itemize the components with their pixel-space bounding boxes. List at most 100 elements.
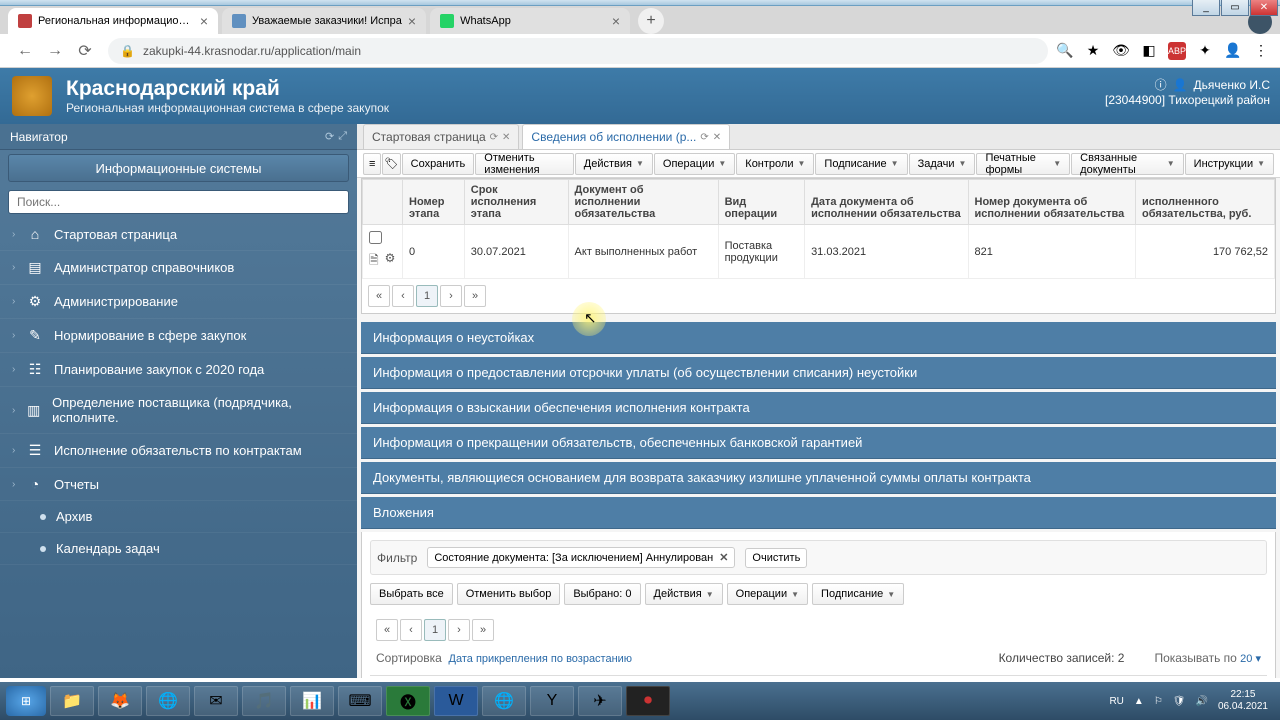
refresh-icon[interactable]: ⟳: [700, 132, 708, 143]
tray-icon[interactable]: ▲: [1134, 696, 1144, 707]
refresh-icon[interactable]: ⟳: [325, 130, 334, 143]
toolbar-button[interactable]: Отменить изменения: [475, 153, 573, 175]
filter-chip[interactable]: Состояние документа: [За исключением] Ан…: [427, 547, 735, 568]
column-header[interactable]: [363, 180, 403, 225]
collapsible-panel[interactable]: Документы, являющиеся основанием для воз…: [361, 462, 1276, 494]
toolbar-button[interactable]: Печатные формы▼: [976, 153, 1070, 175]
chip-remove-icon[interactable]: ✕: [719, 551, 728, 564]
attachment-toolbar-button[interactable]: Подписание▼: [812, 583, 904, 605]
sidebar-item[interactable]: ›◔Отчеты: [0, 468, 357, 501]
toolbar-button[interactable]: Сохранить: [402, 153, 475, 175]
gear-icon[interactable]: ⚙: [385, 251, 396, 272]
sort-link[interactable]: Дата прикрепления по возрастанию: [449, 653, 633, 665]
tray-icon[interactable]: 🔊: [1195, 696, 1207, 707]
close-icon[interactable]: ✕: [713, 132, 721, 143]
page-prev[interactable]: ‹: [392, 285, 414, 307]
collapsible-panel[interactable]: Информация о предоставлении отсрочки упл…: [361, 357, 1276, 389]
sidebar-item[interactable]: ›☰Исполнение обязательств по контрактам: [0, 434, 357, 468]
tab-close-icon[interactable]: ×: [200, 13, 208, 29]
task-icon[interactable]: 📊: [290, 686, 334, 716]
page-1[interactable]: 1: [416, 285, 438, 307]
page-prev[interactable]: ‹: [400, 619, 422, 641]
window-close[interactable]: ✕: [1250, 0, 1278, 16]
column-header[interactable]: Дата документа об исполнении обязательст…: [805, 180, 968, 225]
refresh-icon[interactable]: ⟳: [490, 132, 498, 143]
toolbar-button[interactable]: Действия▼: [575, 153, 653, 175]
column-header[interactable]: Срок исполнения этапа: [464, 180, 568, 225]
toolbar-button[interactable]: Контроли▼: [736, 153, 814, 175]
sidebar-subitem[interactable]: Архив: [0, 501, 357, 533]
sidebar-item[interactable]: ›✎Нормирование в сфере закупок: [0, 319, 357, 353]
user-icon[interactable]: 👤: [1173, 78, 1188, 92]
ext-icon[interactable]: ★: [1084, 42, 1102, 60]
collapsible-panel[interactable]: Информация о взыскании обеспечения испол…: [361, 392, 1276, 424]
close-icon[interactable]: ✕: [502, 132, 510, 143]
column-header[interactable]: Вид операции: [718, 180, 804, 225]
page-1[interactable]: 1: [424, 619, 446, 641]
window-minimize[interactable]: _: [1192, 0, 1220, 16]
toolbar-button[interactable]: Задачи▼: [909, 153, 976, 175]
attachment-toolbar-button[interactable]: Операции▼: [727, 583, 808, 605]
tray-icon[interactable]: 🛡: [1173, 696, 1186, 707]
browser-tab-2[interactable]: WhatsApp ×: [430, 8, 630, 34]
toolbar-button[interactable]: 🏷: [382, 153, 400, 175]
main-tab-1[interactable]: Сведения об исполнении (р... ⟳ ✕: [522, 124, 730, 149]
window-maximize[interactable]: ▭: [1221, 0, 1249, 16]
menu-icon[interactable]: ⋮: [1252, 42, 1270, 60]
forward-icon[interactable]: →: [44, 42, 66, 60]
task-icon[interactable]: 📁: [50, 686, 94, 716]
toolbar-button[interactable]: Инструкции▼: [1185, 153, 1274, 175]
task-icon[interactable]: ⌨: [338, 686, 382, 716]
tray-lang[interactable]: RU: [1109, 696, 1123, 707]
tray-icon[interactable]: ⚐: [1154, 696, 1163, 707]
info-systems-button[interactable]: Информационные системы: [8, 154, 349, 182]
column-header[interactable]: Номер документа об исполнении обязательс…: [968, 180, 1135, 225]
url-field[interactable]: 🔒 zakupki-44.krasnodar.ru/application/ma…: [108, 38, 1048, 64]
attachment-toolbar-button[interactable]: Выбрать все: [370, 583, 453, 605]
task-icon[interactable]: ✈: [578, 686, 622, 716]
page-last[interactable]: »: [472, 619, 494, 641]
clear-filter-button[interactable]: Очистить: [745, 548, 807, 568]
sidebar-item[interactable]: ›⌂Стартовая страница: [0, 218, 357, 251]
task-icon[interactable]: W: [434, 686, 478, 716]
page-last[interactable]: »: [464, 285, 486, 307]
page-first[interactable]: «: [368, 285, 390, 307]
task-icon[interactable]: 🌐: [146, 686, 190, 716]
task-icon[interactable]: ⏺: [626, 686, 670, 716]
browser-tab-1[interactable]: Уважаемые заказчики! Испра ×: [222, 8, 426, 34]
sidebar-search-input[interactable]: [8, 190, 349, 214]
start-button[interactable]: ⊞: [6, 686, 46, 716]
info-icon[interactable]: ⓘ: [1155, 76, 1167, 93]
profile-icon[interactable]: 👤: [1224, 42, 1242, 60]
column-header[interactable]: Номер этапа: [403, 180, 465, 225]
page-next[interactable]: ›: [440, 285, 462, 307]
task-icon[interactable]: 🎵: [242, 686, 286, 716]
browser-tab-0[interactable]: Региональная информационна ×: [8, 8, 218, 34]
collapse-icon[interactable]: ⤢: [338, 130, 347, 143]
toolbar-button[interactable]: Подписание▼: [815, 153, 907, 175]
page-next[interactable]: ›: [448, 619, 470, 641]
ext-icon[interactable]: ◧: [1140, 42, 1158, 60]
sidebar-item[interactable]: ›⚙Администрирование: [0, 285, 357, 319]
attachment-toolbar-button[interactable]: Отменить выбор: [457, 583, 561, 605]
search-icon[interactable]: 🔍: [1056, 42, 1074, 60]
collapsible-panel[interactable]: Вложения: [361, 497, 1276, 529]
column-header[interactable]: исполненного обязательства, руб.: [1136, 180, 1275, 225]
adblock-icon[interactable]: ABP: [1168, 42, 1186, 60]
back-icon[interactable]: ←: [14, 42, 36, 60]
show-per-page[interactable]: 20 ▾: [1240, 653, 1261, 665]
sidebar-item[interactable]: ›☷Планирование закупок с 2020 года: [0, 353, 357, 387]
toolbar-button[interactable]: ≡: [363, 153, 381, 175]
main-tab-0[interactable]: Стартовая страница ⟳ ✕: [363, 124, 519, 149]
task-icon[interactable]: 🅧: [386, 686, 430, 716]
reload-icon[interactable]: ⟳: [74, 41, 96, 61]
collapsible-panel[interactable]: Информация о прекращении обязательств, о…: [361, 427, 1276, 459]
table-row[interactable]: 🗎 ⚙ 0 30.07.2021 Акт выполненных работ П…: [363, 225, 1275, 279]
tab-close-icon[interactable]: ×: [612, 13, 620, 29]
task-icon[interactable]: 🦊: [98, 686, 142, 716]
file-icon[interactable]: 🗎: [369, 251, 379, 272]
toolbar-button[interactable]: Операции▼: [654, 153, 735, 175]
page-first[interactable]: «: [376, 619, 398, 641]
new-tab-button[interactable]: +: [638, 8, 664, 34]
tray-clock[interactable]: 22:15 06.04.2021: [1218, 689, 1268, 713]
